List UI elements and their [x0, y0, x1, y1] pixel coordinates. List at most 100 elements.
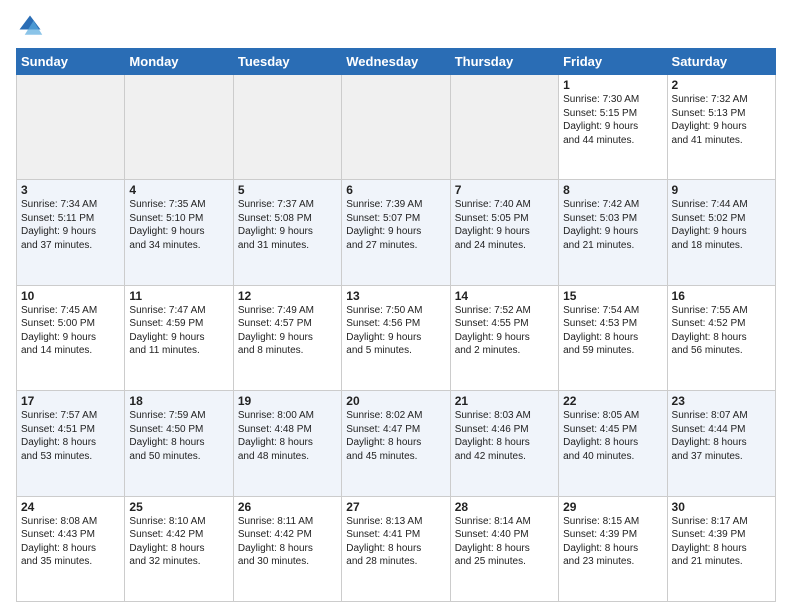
calendar-cell: 3Sunrise: 7:34 AM Sunset: 5:11 PM Daylig…: [17, 180, 125, 285]
calendar-cell: 27Sunrise: 8:13 AM Sunset: 4:41 PM Dayli…: [342, 496, 450, 601]
calendar-cell: 18Sunrise: 7:59 AM Sunset: 4:50 PM Dayli…: [125, 391, 233, 496]
day-number: 12: [238, 289, 337, 303]
calendar-week-5: 24Sunrise: 8:08 AM Sunset: 4:43 PM Dayli…: [17, 496, 776, 601]
day-number: 5: [238, 183, 337, 197]
calendar-header-sunday: Sunday: [17, 49, 125, 75]
calendar-cell: 28Sunrise: 8:14 AM Sunset: 4:40 PM Dayli…: [450, 496, 558, 601]
day-info: Sunrise: 7:45 AM Sunset: 5:00 PM Dayligh…: [21, 304, 120, 358]
calendar-week-1: 1Sunrise: 7:30 AM Sunset: 5:15 PM Daylig…: [17, 75, 776, 180]
day-info: Sunrise: 8:10 AM Sunset: 4:42 PM Dayligh…: [129, 515, 228, 569]
calendar-week-4: 17Sunrise: 7:57 AM Sunset: 4:51 PM Dayli…: [17, 391, 776, 496]
day-info: Sunrise: 7:42 AM Sunset: 5:03 PM Dayligh…: [563, 198, 662, 252]
day-number: 15: [563, 289, 662, 303]
day-number: 29: [563, 500, 662, 514]
day-info: Sunrise: 7:47 AM Sunset: 4:59 PM Dayligh…: [129, 304, 228, 358]
calendar-cell: 23Sunrise: 8:07 AM Sunset: 4:44 PM Dayli…: [667, 391, 775, 496]
day-number: 28: [455, 500, 554, 514]
calendar-week-2: 3Sunrise: 7:34 AM Sunset: 5:11 PM Daylig…: [17, 180, 776, 285]
calendar-cell: [342, 75, 450, 180]
day-info: Sunrise: 8:11 AM Sunset: 4:42 PM Dayligh…: [238, 515, 337, 569]
day-info: Sunrise: 7:44 AM Sunset: 5:02 PM Dayligh…: [672, 198, 771, 252]
logo: [16, 12, 48, 40]
calendar-header-friday: Friday: [559, 49, 667, 75]
calendar-header-monday: Monday: [125, 49, 233, 75]
calendar-table: SundayMondayTuesdayWednesdayThursdayFrid…: [16, 48, 776, 602]
day-info: Sunrise: 7:49 AM Sunset: 4:57 PM Dayligh…: [238, 304, 337, 358]
calendar-cell: 25Sunrise: 8:10 AM Sunset: 4:42 PM Dayli…: [125, 496, 233, 601]
day-number: 1: [563, 78, 662, 92]
day-number: 14: [455, 289, 554, 303]
logo-icon: [16, 12, 44, 40]
day-info: Sunrise: 7:55 AM Sunset: 4:52 PM Dayligh…: [672, 304, 771, 358]
day-number: 4: [129, 183, 228, 197]
calendar-cell: 15Sunrise: 7:54 AM Sunset: 4:53 PM Dayli…: [559, 285, 667, 390]
calendar-cell: 8Sunrise: 7:42 AM Sunset: 5:03 PM Daylig…: [559, 180, 667, 285]
day-info: Sunrise: 8:08 AM Sunset: 4:43 PM Dayligh…: [21, 515, 120, 569]
day-info: Sunrise: 8:07 AM Sunset: 4:44 PM Dayligh…: [672, 409, 771, 463]
day-number: 10: [21, 289, 120, 303]
day-number: 6: [346, 183, 445, 197]
day-info: Sunrise: 7:32 AM Sunset: 5:13 PM Dayligh…: [672, 93, 771, 147]
calendar-cell: 13Sunrise: 7:50 AM Sunset: 4:56 PM Dayli…: [342, 285, 450, 390]
calendar-header-saturday: Saturday: [667, 49, 775, 75]
calendar-cell: [125, 75, 233, 180]
day-number: 13: [346, 289, 445, 303]
calendar-cell: 22Sunrise: 8:05 AM Sunset: 4:45 PM Dayli…: [559, 391, 667, 496]
day-number: 9: [672, 183, 771, 197]
calendar-cell: 30Sunrise: 8:17 AM Sunset: 4:39 PM Dayli…: [667, 496, 775, 601]
day-number: 24: [21, 500, 120, 514]
calendar-cell: 5Sunrise: 7:37 AM Sunset: 5:08 PM Daylig…: [233, 180, 341, 285]
day-number: 2: [672, 78, 771, 92]
day-info: Sunrise: 7:30 AM Sunset: 5:15 PM Dayligh…: [563, 93, 662, 147]
calendar-cell: 12Sunrise: 7:49 AM Sunset: 4:57 PM Dayli…: [233, 285, 341, 390]
day-number: 18: [129, 394, 228, 408]
header: [16, 12, 776, 40]
day-number: 7: [455, 183, 554, 197]
day-number: 8: [563, 183, 662, 197]
day-info: Sunrise: 7:59 AM Sunset: 4:50 PM Dayligh…: [129, 409, 228, 463]
day-info: Sunrise: 8:05 AM Sunset: 4:45 PM Dayligh…: [563, 409, 662, 463]
calendar-header-wednesday: Wednesday: [342, 49, 450, 75]
day-info: Sunrise: 7:35 AM Sunset: 5:10 PM Dayligh…: [129, 198, 228, 252]
day-info: Sunrise: 7:37 AM Sunset: 5:08 PM Dayligh…: [238, 198, 337, 252]
day-number: 11: [129, 289, 228, 303]
day-info: Sunrise: 8:13 AM Sunset: 4:41 PM Dayligh…: [346, 515, 445, 569]
calendar-week-3: 10Sunrise: 7:45 AM Sunset: 5:00 PM Dayli…: [17, 285, 776, 390]
calendar-cell: [17, 75, 125, 180]
calendar-cell: 4Sunrise: 7:35 AM Sunset: 5:10 PM Daylig…: [125, 180, 233, 285]
day-info: Sunrise: 7:40 AM Sunset: 5:05 PM Dayligh…: [455, 198, 554, 252]
day-number: 23: [672, 394, 771, 408]
day-number: 19: [238, 394, 337, 408]
calendar-cell: 14Sunrise: 7:52 AM Sunset: 4:55 PM Dayli…: [450, 285, 558, 390]
calendar-cell: [450, 75, 558, 180]
day-number: 17: [21, 394, 120, 408]
calendar-cell: 10Sunrise: 7:45 AM Sunset: 5:00 PM Dayli…: [17, 285, 125, 390]
calendar-cell: 6Sunrise: 7:39 AM Sunset: 5:07 PM Daylig…: [342, 180, 450, 285]
day-number: 30: [672, 500, 771, 514]
calendar-cell: 16Sunrise: 7:55 AM Sunset: 4:52 PM Dayli…: [667, 285, 775, 390]
day-number: 26: [238, 500, 337, 514]
calendar-cell: 17Sunrise: 7:57 AM Sunset: 4:51 PM Dayli…: [17, 391, 125, 496]
day-info: Sunrise: 8:00 AM Sunset: 4:48 PM Dayligh…: [238, 409, 337, 463]
day-number: 16: [672, 289, 771, 303]
calendar-cell: 29Sunrise: 8:15 AM Sunset: 4:39 PM Dayli…: [559, 496, 667, 601]
day-info: Sunrise: 8:14 AM Sunset: 4:40 PM Dayligh…: [455, 515, 554, 569]
calendar-header-tuesday: Tuesday: [233, 49, 341, 75]
calendar-cell: 9Sunrise: 7:44 AM Sunset: 5:02 PM Daylig…: [667, 180, 775, 285]
day-info: Sunrise: 8:17 AM Sunset: 4:39 PM Dayligh…: [672, 515, 771, 569]
calendar-cell: 24Sunrise: 8:08 AM Sunset: 4:43 PM Dayli…: [17, 496, 125, 601]
page: SundayMondayTuesdayWednesdayThursdayFrid…: [0, 0, 792, 612]
calendar-cell: 19Sunrise: 8:00 AM Sunset: 4:48 PM Dayli…: [233, 391, 341, 496]
calendar-cell: 11Sunrise: 7:47 AM Sunset: 4:59 PM Dayli…: [125, 285, 233, 390]
day-number: 3: [21, 183, 120, 197]
calendar-cell: [233, 75, 341, 180]
day-number: 21: [455, 394, 554, 408]
calendar-cell: 2Sunrise: 7:32 AM Sunset: 5:13 PM Daylig…: [667, 75, 775, 180]
day-info: Sunrise: 8:03 AM Sunset: 4:46 PM Dayligh…: [455, 409, 554, 463]
day-info: Sunrise: 7:50 AM Sunset: 4:56 PM Dayligh…: [346, 304, 445, 358]
day-info: Sunrise: 7:57 AM Sunset: 4:51 PM Dayligh…: [21, 409, 120, 463]
day-number: 22: [563, 394, 662, 408]
day-info: Sunrise: 7:34 AM Sunset: 5:11 PM Dayligh…: [21, 198, 120, 252]
day-number: 25: [129, 500, 228, 514]
day-info: Sunrise: 7:54 AM Sunset: 4:53 PM Dayligh…: [563, 304, 662, 358]
